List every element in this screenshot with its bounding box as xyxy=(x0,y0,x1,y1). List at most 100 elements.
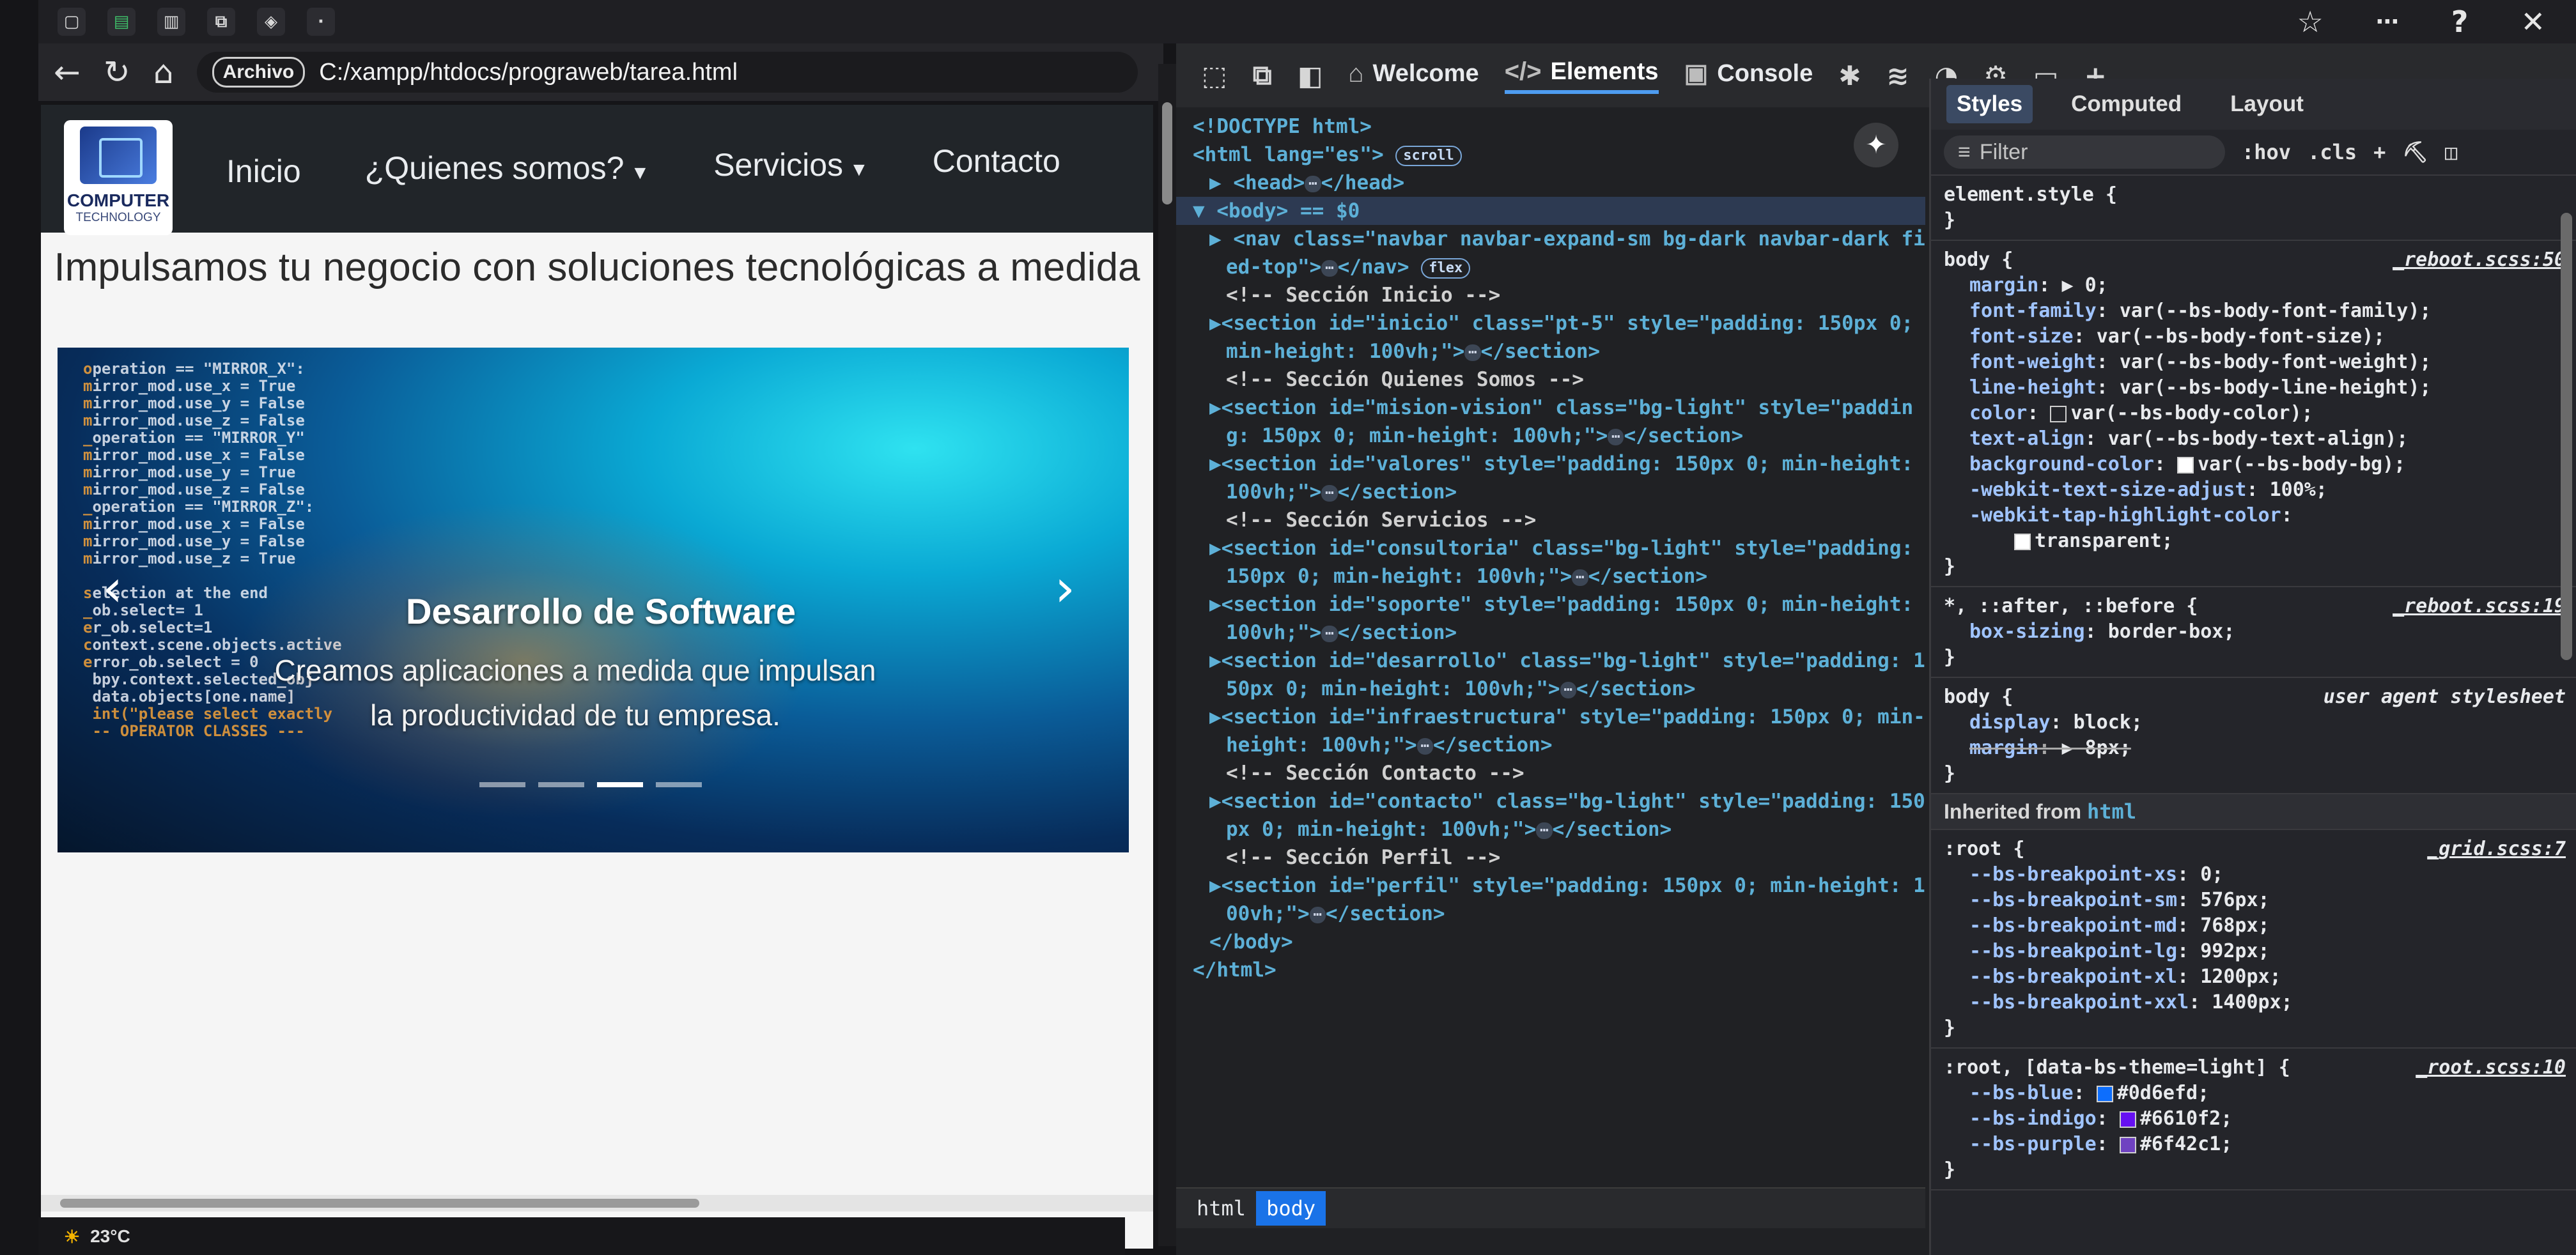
collapsed-children-icon[interactable]: ⋯ xyxy=(1536,822,1553,839)
rule-source[interactable]: _reboot.scss:50 xyxy=(2393,247,2566,273)
back-icon[interactable]: ← xyxy=(54,54,81,91)
dom-node-line[interactable]: ▶<section id="inicio" class="pt-5" style… xyxy=(1176,309,1925,337)
rule-source[interactable]: _root.scss:10 xyxy=(2416,1055,2566,1081)
color-swatch[interactable] xyxy=(2014,533,2031,550)
collapsed-children-icon[interactable]: ⋯ xyxy=(1572,569,1588,586)
home-icon[interactable]: ⌂ xyxy=(153,54,174,91)
help-icon[interactable]: ? xyxy=(2451,4,2469,39)
css-declaration[interactable]: --bs-purple: #6f42c1; xyxy=(1944,1132,2563,1157)
css-declaration[interactable]: margin: ▶ 8px; xyxy=(1944,735,2563,761)
collapsed-children-icon[interactable]: ⋯ xyxy=(1464,344,1481,361)
accessibility-icon[interactable]: ✦ xyxy=(1854,123,1898,167)
dom-node-line[interactable]: 50px 0; min-height: 100vh;"> ⋯ </section> xyxy=(1176,675,1925,703)
scroll-thumb[interactable] xyxy=(60,1199,699,1208)
tab-console[interactable]: ▣ Console xyxy=(1684,59,1813,92)
css-declaration[interactable]: -webkit-text-size-adjust: 100%; xyxy=(1944,477,2563,503)
dom-node-line[interactable]: ▶<section id="infraestructura" style="pa… xyxy=(1176,703,1925,731)
horizontal-scrollbar[interactable] xyxy=(41,1195,1153,1212)
collapsed-children-icon[interactable]: ⋯ xyxy=(1560,681,1576,698)
more-icon[interactable]: ⋯ xyxy=(2376,9,2399,35)
rule-source[interactable]: _grid.scss:7 xyxy=(2427,836,2566,862)
bug-icon[interactable]: ✱ xyxy=(1838,60,1861,91)
color-swatch[interactable] xyxy=(2119,1136,2136,1153)
dom-node-line[interactable]: 100vh;"> ⋯ </section> xyxy=(1176,619,1925,647)
nav-link-inicio[interactable]: Inicio xyxy=(226,153,301,190)
hero-carousel[interactable]: operation == "MIRROR_X": mirror_mod.use_… xyxy=(58,348,1129,852)
styles-scrollbar[interactable] xyxy=(2561,213,2572,660)
css-declaration[interactable]: --bs-breakpoint-md: 768px; xyxy=(1944,913,2563,939)
dom-node-line[interactable]: min-height: 100vh;"> ⋯ </section> xyxy=(1176,337,1925,366)
dom-node-line[interactable]: <!-- Sección Servicios --> xyxy=(1176,506,1925,534)
styles-tab[interactable]: Layout xyxy=(2220,85,2314,123)
file-icon[interactable]: ▥ xyxy=(157,8,185,36)
css-declaration[interactable]: -webkit-tap-highlight-color: xyxy=(1944,503,2563,528)
hover-state-toggle[interactable]: :hov xyxy=(2242,140,2291,164)
dock-icon[interactable]: ◧ xyxy=(1298,60,1323,91)
nav-dropdown-servicios[interactable]: Servicios ▼ xyxy=(713,146,869,183)
dom-node-line[interactable]: <html lang="es"> scroll xyxy=(1176,141,1925,169)
close-icon[interactable]: ✕ xyxy=(2520,4,2545,39)
dom-node-line[interactable]: height: 100vh;"> ⋯ </section> xyxy=(1176,731,1925,759)
paint-icon[interactable]: ⛏ xyxy=(2402,140,2428,164)
copy-icon[interactable]: ⧉ xyxy=(207,8,235,36)
collapsed-children-icon[interactable]: ⋯ xyxy=(1321,625,1338,642)
dom-node-line[interactable]: <!-- Sección Perfil --> xyxy=(1176,843,1925,872)
dom-node-line[interactable]: ▶<section id="consultoria" class="bg-lig… xyxy=(1176,534,1925,562)
css-declaration[interactable]: --bs-breakpoint-xl: 1200px; xyxy=(1944,964,2563,990)
color-swatch[interactable] xyxy=(2096,1085,2113,1102)
css-declaration[interactable]: --bs-indigo: #6610f2; xyxy=(1944,1106,2563,1132)
css-declaration[interactable]: font-family: var(--bs-body-font-family); xyxy=(1944,298,2563,324)
css-declaration[interactable]: font-size: var(--bs-body-font-size); xyxy=(1944,324,2563,350)
breadcrumb-item[interactable]: html xyxy=(1186,1191,1256,1226)
css-declaration[interactable]: --bs-breakpoint-xs: 0; xyxy=(1944,862,2563,888)
styles-filter-input[interactable]: ≡ Filter xyxy=(1944,135,2225,169)
dom-node-line[interactable]: </html> xyxy=(1176,956,1925,984)
dom-node-line[interactable]: <!-- Sección Quienes Somos --> xyxy=(1176,366,1925,394)
dom-node-line[interactable]: g: 150px 0; min-height: 100vh;"> ⋯ </secti… xyxy=(1176,422,1925,450)
carousel-indicator[interactable] xyxy=(538,782,584,787)
css-declaration[interactable]: box-sizing: border-box; xyxy=(1944,619,2563,645)
node-badge[interactable]: scroll xyxy=(1395,145,1462,166)
new-rule-icon[interactable]: + xyxy=(2373,140,2386,164)
dom-node-line[interactable]: 150px 0; min-height: 100vh;"> ⋯ </section> xyxy=(1176,562,1925,590)
css-rule[interactable]: :root {_grid.scss:7 --bs-breakpoint-xs: 0… xyxy=(1931,830,2576,1049)
css-declaration[interactable]: --bs-breakpoint-xxl: 1400px; xyxy=(1944,990,2563,1015)
css-declaration[interactable]: display: block; xyxy=(1944,710,2563,735)
scroll-thumb[interactable] xyxy=(1162,102,1172,204)
window-icon[interactable]: ▢ xyxy=(58,8,86,36)
tab-elements[interactable]: </> Elements xyxy=(1504,58,1659,94)
dom-node-line[interactable]: ▶<section id="perfil" style="padding: 15… xyxy=(1176,872,1925,900)
css-rule[interactable]: element.style {} xyxy=(1931,176,2576,241)
dom-node-line[interactable]: ▶<section id="contacto" class="bg-light"… xyxy=(1176,787,1925,815)
url-bar[interactable]: Archivo C:/xampp/htdocs/prograweb/tarea.… xyxy=(196,52,1138,93)
rule-source[interactable]: _reboot.scss:19 xyxy=(2393,594,2566,619)
collapsed-children-icon[interactable]: ⋯ xyxy=(1321,484,1338,502)
css-declaration[interactable]: text-align: var(--bs-body-text-align); xyxy=(1944,426,2563,452)
star-icon[interactable]: ☆ xyxy=(2297,4,2324,39)
class-toggle[interactable]: .cls xyxy=(2308,140,2357,164)
breadcrumb-item[interactable]: body xyxy=(1256,1191,1326,1226)
color-swatch[interactable] xyxy=(2050,405,2067,422)
site-logo[interactable]: COMPUTER TECHNOLOGY xyxy=(64,120,173,235)
dom-node-line[interactable]: ▶<section id="valores" style="padding: 1… xyxy=(1176,450,1925,478)
wifi-icon[interactable]: ≋ xyxy=(1886,60,1909,91)
vertical-scrollbar[interactable] xyxy=(1158,64,1176,1246)
collapsed-children-icon[interactable]: ⋯ xyxy=(1608,428,1624,445)
protocol-badge[interactable]: Archivo xyxy=(212,57,306,88)
css-declaration[interactable]: font-weight: var(--bs-body-font-weight); xyxy=(1944,350,2563,375)
css-rule[interactable]: body {_reboot.scss:50 margin: ▶ 0; font-fa… xyxy=(1931,241,2576,587)
nav-link-contacto[interactable]: Contacto xyxy=(933,142,1060,180)
collapsed-children-icon[interactable]: ⋯ xyxy=(1309,906,1326,923)
dom-node-line[interactable]: ▶<section id="mision-vision" class="bg-l… xyxy=(1176,394,1925,422)
elements-tree[interactable]: ✦ <!DOCTYPE html> <html lang="es"> scroll… xyxy=(1176,107,1925,1187)
css-rule[interactable]: *, ::after, ::before {_reboot.scss:19 box… xyxy=(1931,587,2576,678)
css-declaration[interactable]: --bs-blue: #0d6efd; xyxy=(1944,1081,2563,1106)
carousel-prev-icon[interactable]: ‹ xyxy=(102,558,123,618)
carousel-indicator[interactable] xyxy=(656,782,702,787)
dom-node-line[interactable]: ed-top"> ⋯ </nav> flex xyxy=(1176,253,1925,281)
carousel-indicator[interactable] xyxy=(479,782,525,787)
dom-node-line[interactable]: px 0; min-height: 100vh;"> ⋯ </section> xyxy=(1176,815,1925,843)
css-declaration[interactable]: line-height: var(--bs-body-line-height); xyxy=(1944,375,2563,401)
css-declaration[interactable]: margin: ▶ 0; xyxy=(1944,273,2563,298)
css-rule[interactable]: body {user agent stylesheet display: bloc… xyxy=(1931,678,2576,794)
